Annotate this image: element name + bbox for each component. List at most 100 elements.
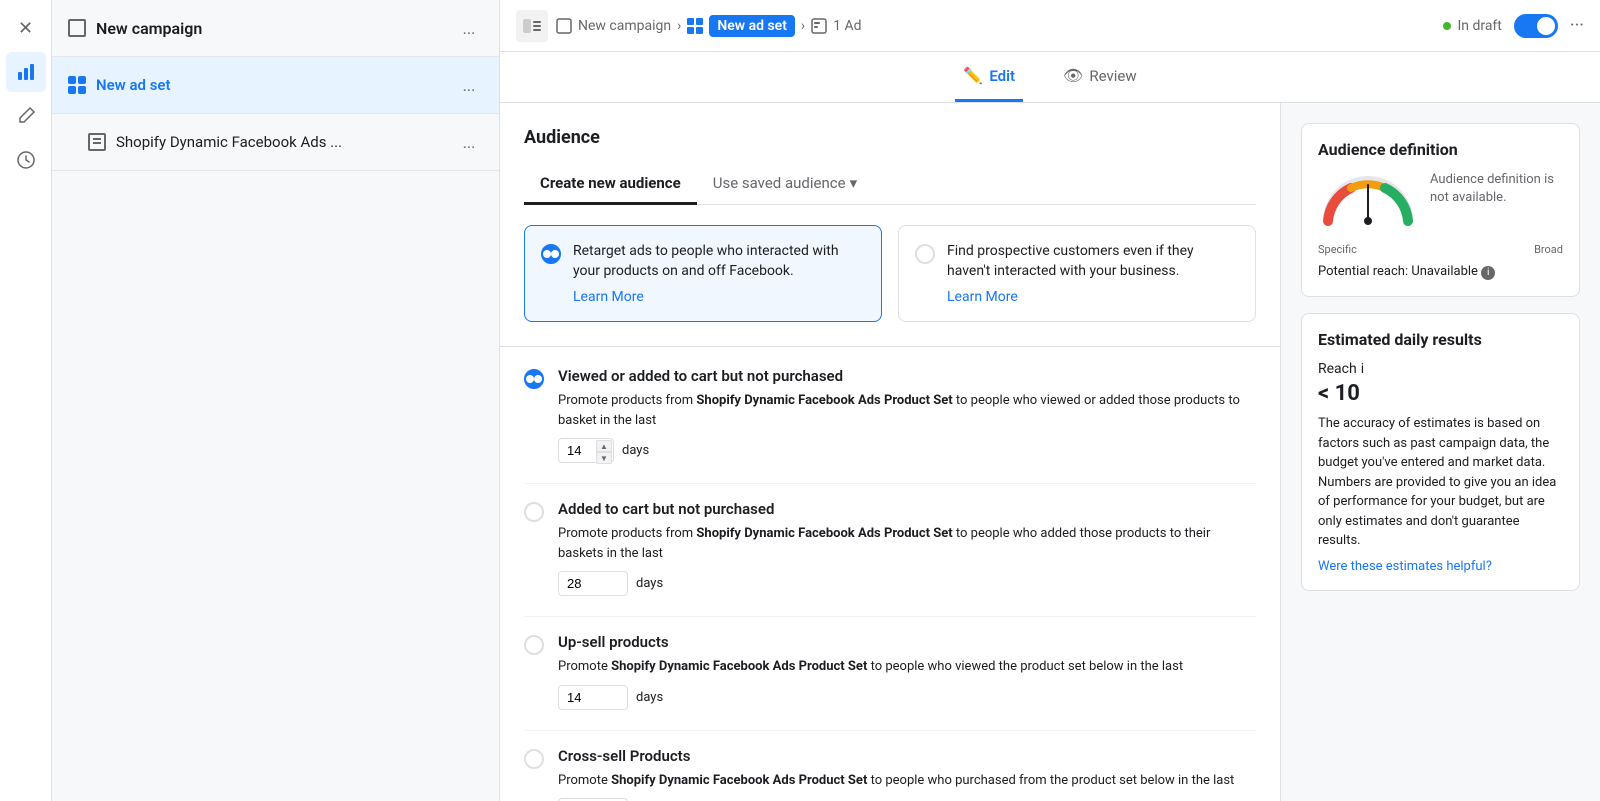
estimated-results-title: Estimated daily results bbox=[1318, 330, 1563, 349]
draft-toggle[interactable] bbox=[1514, 14, 1558, 38]
status-badge: In draft bbox=[1443, 18, 1501, 34]
adset-label: New ad set bbox=[96, 76, 171, 94]
tab-create-audience[interactable]: Create new audience bbox=[524, 164, 697, 205]
saved-audience-arrow: ▾ bbox=[850, 174, 858, 192]
reach-value: < 10 bbox=[1318, 381, 1563, 406]
targeting-content-upsell: Up-sell products Promote Shopify Dynamic … bbox=[558, 633, 1256, 710]
targeting-content-viewed_cart: Viewed or added to cart but not purchase… bbox=[558, 367, 1256, 463]
retarget-radio-card[interactable]: Retarget ads to people who interacted wi… bbox=[524, 225, 882, 322]
targeting-desc-viewed_cart: Promote products from Shopify Dynamic Fa… bbox=[558, 391, 1256, 430]
targeting-content-added_cart: Added to cart but not purchasedPromote p… bbox=[558, 500, 1256, 596]
breadcrumb-campaign[interactable]: New campaign bbox=[578, 18, 671, 34]
potential-reach-label: Potential reach: bbox=[1318, 264, 1408, 279]
divider-1 bbox=[500, 346, 1280, 347]
targeting-title-upsell: Up-sell products bbox=[558, 633, 1256, 651]
campaign-more-button[interactable]: ... bbox=[455, 14, 483, 42]
breadcrumb-adset-icon bbox=[687, 18, 703, 34]
prospective-content: Find prospective customers even if they … bbox=[947, 242, 1239, 305]
tab-saved-audience[interactable]: Use saved audience ▾ bbox=[697, 164, 873, 205]
sidebar-item-campaign[interactable]: New campaign ... bbox=[52, 0, 499, 57]
topbar: New campaign › New ad set › 1 Ad In draf… bbox=[500, 0, 1600, 52]
sidebar-campaign-left: New campaign bbox=[68, 19, 202, 38]
form-panel: Audience Create new audience Use saved a… bbox=[500, 103, 1280, 801]
tab-create-audience-label: Create new audience bbox=[540, 174, 681, 192]
radio-circle-added_cart bbox=[524, 502, 544, 522]
gauge-broad-label: Broad bbox=[1534, 243, 1563, 256]
targeting-option-viewed_cart[interactable]: Viewed or added to cart but not purchase… bbox=[524, 367, 1256, 463]
targeting-options: Viewed or added to cart but not purchase… bbox=[524, 367, 1256, 801]
retarget-radio-circle bbox=[541, 244, 561, 264]
ad-icon bbox=[88, 133, 106, 151]
sidebar-ad-left: Shopify Dynamic Facebook Ads ... bbox=[88, 133, 342, 151]
content-area: Audience Create new audience Use saved a… bbox=[500, 103, 1600, 801]
tab-review[interactable]: 👁 Review bbox=[1055, 52, 1145, 102]
radio-circle-upsell bbox=[524, 635, 544, 655]
gauge-desc: Audience definition is not available. bbox=[1430, 172, 1554, 205]
ad-label: Shopify Dynamic Facebook Ads ... bbox=[116, 133, 342, 151]
ad-more-button[interactable]: ... bbox=[455, 128, 483, 156]
sidebar-adset-left: New ad set bbox=[68, 76, 171, 94]
breadcrumb-ad[interactable]: 1 Ad bbox=[833, 18, 861, 34]
gauge-wrap: Audience definition is not available. bbox=[1318, 171, 1563, 231]
breadcrumb-ad-icon bbox=[811, 18, 827, 34]
radio-circle-crosssell bbox=[524, 749, 544, 769]
targeting-title-crosssell: Cross-sell Products bbox=[558, 747, 1256, 765]
reach-label-text: Reach bbox=[1318, 361, 1357, 377]
targeting-option-crosssell[interactable]: Cross-sell Products Promote Shopify Dynam… bbox=[524, 747, 1256, 801]
right-panel: Audience definition bbox=[1280, 103, 1600, 801]
gauge-axis-labels: Specific Broad bbox=[1318, 243, 1563, 256]
audience-tabs: Create new audience Use saved audience ▾ bbox=[524, 164, 1256, 205]
days-input-added_cart[interactable] bbox=[558, 571, 628, 596]
campaign-icon bbox=[68, 19, 86, 37]
retarget-learn-more[interactable]: Learn More bbox=[573, 289, 644, 305]
breadcrumb-sep-1: › bbox=[677, 18, 681, 34]
sidebar-item-ad[interactable]: Shopify Dynamic Facebook Ads ... ... bbox=[52, 114, 499, 171]
tab-review-label: Review bbox=[1089, 67, 1136, 85]
reach-label: Reach i bbox=[1318, 361, 1563, 377]
close-icon[interactable]: ✕ bbox=[6, 8, 46, 48]
radio-circle-viewed_cart bbox=[524, 369, 544, 389]
days-spinner-up-viewed_cart[interactable]: ▲ bbox=[596, 440, 612, 452]
review-eye-icon: 👁 bbox=[1063, 66, 1083, 85]
targeting-content-crosssell: Cross-sell Products Promote Shopify Dynam… bbox=[558, 747, 1256, 801]
retarget-description: Retarget ads to people who interacted wi… bbox=[573, 242, 865, 281]
edit-pencil-icon: ✏️ bbox=[963, 66, 983, 85]
topbar-left: New campaign › New ad set › 1 Ad bbox=[516, 10, 862, 42]
audience-definition-title: Audience definition bbox=[1318, 140, 1563, 159]
targeting-desc-added_cart: Promote products from Shopify Dynamic Fa… bbox=[558, 524, 1256, 563]
tab-edit[interactable]: ✏️ Edit bbox=[955, 52, 1023, 102]
adset-more-button[interactable]: ... bbox=[455, 71, 483, 99]
estimates-helpful-link[interactable]: Were these estimates helpful? bbox=[1318, 559, 1563, 574]
days-input-upsell[interactable] bbox=[558, 685, 628, 710]
days-row-viewed_cart: ▲▼ days bbox=[558, 438, 1256, 463]
sidebar: New campaign ... New ad set ... Shopify … bbox=[52, 0, 500, 801]
days-label-added_cart: days bbox=[636, 576, 663, 591]
reach-info-icon[interactable]: i bbox=[1361, 361, 1364, 377]
reach-info-text: The accuracy of estimates is based on fa… bbox=[1318, 414, 1563, 551]
targeting-option-added_cart[interactable]: Added to cart but not purchasedPromote p… bbox=[524, 500, 1256, 596]
targeting-desc-upsell: Promote Shopify Dynamic Facebook Ads Pro… bbox=[558, 657, 1256, 677]
sidebar-item-adset[interactable]: New ad set ... bbox=[52, 57, 499, 114]
breadcrumb-adset[interactable]: New ad set bbox=[709, 15, 795, 37]
breadcrumb-sep-2: › bbox=[801, 18, 805, 34]
audience-definition-panel: Audience definition bbox=[1301, 123, 1580, 297]
clock-icon[interactable] bbox=[6, 140, 46, 180]
adset-icon bbox=[68, 76, 86, 94]
sidebar-toggle-button[interactable] bbox=[516, 10, 548, 42]
option-divider-1 bbox=[524, 616, 1256, 617]
retarget-content: Retarget ads to people who interacted wi… bbox=[573, 242, 865, 305]
audience-radio-row: Retarget ads to people who interacted wi… bbox=[524, 225, 1256, 322]
potential-reach-info-icon[interactable]: i bbox=[1481, 266, 1495, 280]
topbar-more-button[interactable]: ··· bbox=[1570, 15, 1584, 36]
targeting-desc-crosssell: Promote Shopify Dynamic Facebook Ads Pro… bbox=[558, 771, 1256, 791]
campaign-label: New campaign bbox=[96, 19, 202, 38]
breadcrumb-campaign-icon bbox=[556, 18, 572, 34]
chart-icon[interactable] bbox=[6, 52, 46, 92]
pencil-icon[interactable] bbox=[6, 96, 46, 136]
days-label-viewed_cart: days bbox=[622, 443, 649, 458]
topbar-right: In draft ··· bbox=[1443, 14, 1584, 38]
days-spinner-down-viewed_cart[interactable]: ▼ bbox=[596, 452, 612, 464]
targeting-option-upsell[interactable]: Up-sell products Promote Shopify Dynamic … bbox=[524, 633, 1256, 710]
prospective-radio-card[interactable]: Find prospective customers even if they … bbox=[898, 225, 1256, 322]
prospective-learn-more[interactable]: Learn More bbox=[947, 289, 1018, 305]
